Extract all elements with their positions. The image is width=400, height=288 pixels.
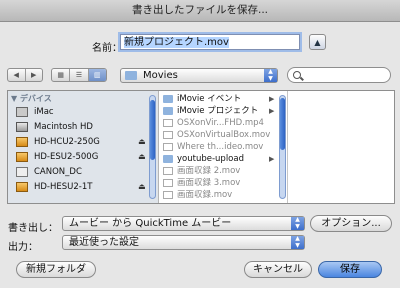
sidebar: ▼ デバイス iMac Macintosh HD HD-HCU2-250G ⏏ H… — [8, 91, 159, 203]
column-movies: iMovie イベント ▶ iMovie プロジェクト ▶ OSXonVir...F… — [159, 91, 288, 203]
output-select[interactable]: 最近使った設定 ▲ ▼ — [62, 235, 305, 250]
column-view-button[interactable]: ▥ — [88, 69, 106, 81]
sidebar-item-label: HD-HCU2-250G — [34, 137, 100, 147]
sidebar-item[interactable]: HD-HESU2-1T ⏏ — [16, 180, 156, 194]
list-item[interactable]: OSXonVir...FHD.mp4 — [159, 117, 279, 129]
document-icon — [163, 119, 173, 127]
sidebar-item[interactable]: Macintosh HD — [16, 120, 156, 134]
folder-icon — [163, 95, 173, 103]
document-icon — [163, 131, 173, 139]
scroll-thumb[interactable] — [150, 100, 155, 160]
list-item[interactable]: iMovie プロジェクト ▶ — [159, 105, 279, 117]
updown-arrows-icon: ▲ ▼ — [264, 68, 277, 82]
document-icon — [163, 191, 173, 199]
export-format-value: ムービー から QuickTime ムービー — [69, 218, 232, 229]
location-popup[interactable]: Movies ▲ ▼ — [120, 68, 278, 83]
view-mode-control: ▦ ☰ ▥ — [51, 68, 107, 82]
sidebar-item-label: CANON_DC — [34, 167, 82, 177]
imac-icon — [16, 107, 28, 117]
cancel-button[interactable]: キャンセル — [244, 261, 312, 278]
eject-icon[interactable]: ⏏ — [138, 150, 146, 164]
eject-icon[interactable]: ⏏ — [138, 180, 146, 194]
sidebar-item-label: iMac — [34, 107, 54, 117]
scroll-thumb[interactable] — [280, 98, 285, 150]
column-scrollbar[interactable] — [279, 95, 286, 199]
export-label: 書き出し： — [8, 223, 58, 234]
updown-arrows-icon: ▲ ▼ — [291, 235, 304, 249]
chevron-right-icon: ▶ — [269, 95, 275, 103]
list-item[interactable]: Where th...ideo.mov — [159, 141, 279, 153]
sidebar-item[interactable]: CANON_DC — [16, 165, 156, 179]
external-disk-icon — [16, 137, 28, 147]
list-item[interactable]: 画面収録 2.mov — [159, 165, 279, 177]
save-as-label: 名前： — [92, 43, 122, 54]
folder-icon — [125, 71, 137, 80]
sidebar-scrollbar[interactable] — [149, 95, 156, 199]
file-browser: ▼ デバイス iMac Macintosh HD HD-HCU2-250G ⏏ H… — [7, 90, 395, 204]
location-label: Movies — [143, 70, 178, 81]
back-button[interactable]: ◀ — [8, 69, 26, 81]
search-icon — [293, 71, 301, 79]
list-view-button[interactable]: ☰ — [70, 69, 89, 81]
list-item[interactable]: iMovie イベント ▶ — [159, 93, 279, 105]
list-item[interactable]: 画面収録.mov — [159, 189, 279, 201]
external-disk-icon — [16, 152, 28, 162]
sidebar-item[interactable]: HD-HCU2-250G ⏏ — [16, 135, 156, 149]
folder-icon — [163, 107, 173, 115]
output-label: 出力： — [8, 242, 38, 253]
forward-button[interactable]: ▶ — [26, 69, 43, 81]
save-as-value: 新規プロジェクト.mov — [124, 37, 229, 48]
options-button[interactable]: オプション... — [310, 215, 392, 232]
list-item[interactable]: 画面収録 3.mov — [159, 177, 279, 189]
output-value: 最近使った設定 — [69, 237, 139, 248]
save-dialog: 書き出したファイルを保存... 名前： 新規プロジェクト.mov ▲ ◀ ▶ ▦… — [0, 0, 400, 288]
sidebar-item-label: Macintosh HD — [34, 122, 93, 132]
save-button[interactable]: 保存 — [318, 261, 382, 278]
sidebar-item[interactable]: HD-ESU2-500G ⏏ — [16, 150, 156, 164]
updown-arrows-icon: ▲ ▼ — [291, 216, 304, 230]
new-folder-button[interactable]: 新規フォルダ — [16, 261, 96, 278]
icon-view-button[interactable]: ▦ — [52, 69, 71, 81]
document-icon — [163, 179, 173, 187]
list-item[interactable]: OSXonVirtualBox.mov — [159, 129, 279, 141]
chevron-right-icon: ▶ — [269, 155, 275, 163]
search-field[interactable] — [287, 67, 391, 83]
export-format-select[interactable]: ムービー から QuickTime ムービー ▲ ▼ — [62, 216, 305, 231]
collapse-button[interactable]: ▲ — [309, 34, 326, 50]
hard-disk-icon — [16, 122, 28, 132]
sidebar-item-label: HD-ESU2-500G — [34, 152, 99, 162]
empty-column — [288, 91, 394, 203]
devices-header: ▼ デバイス — [11, 94, 52, 103]
camera-icon — [16, 167, 28, 177]
folder-icon — [163, 155, 173, 163]
document-icon — [163, 143, 173, 151]
sidebar-item-label: HD-HESU2-1T — [34, 182, 93, 192]
back-forward-control: ◀ ▶ — [7, 68, 43, 82]
external-disk-icon — [16, 182, 28, 192]
sidebar-item[interactable]: iMac — [16, 105, 156, 119]
eject-icon[interactable]: ⏏ — [138, 135, 146, 149]
list-item[interactable]: youtube-upload ▶ — [159, 153, 279, 165]
save-as-field[interactable]: 新規プロジェクト.mov — [120, 34, 300, 50]
document-icon — [163, 167, 173, 175]
window-title: 書き出したファイルを保存... — [0, 0, 400, 22]
chevron-right-icon: ▶ — [269, 107, 275, 115]
